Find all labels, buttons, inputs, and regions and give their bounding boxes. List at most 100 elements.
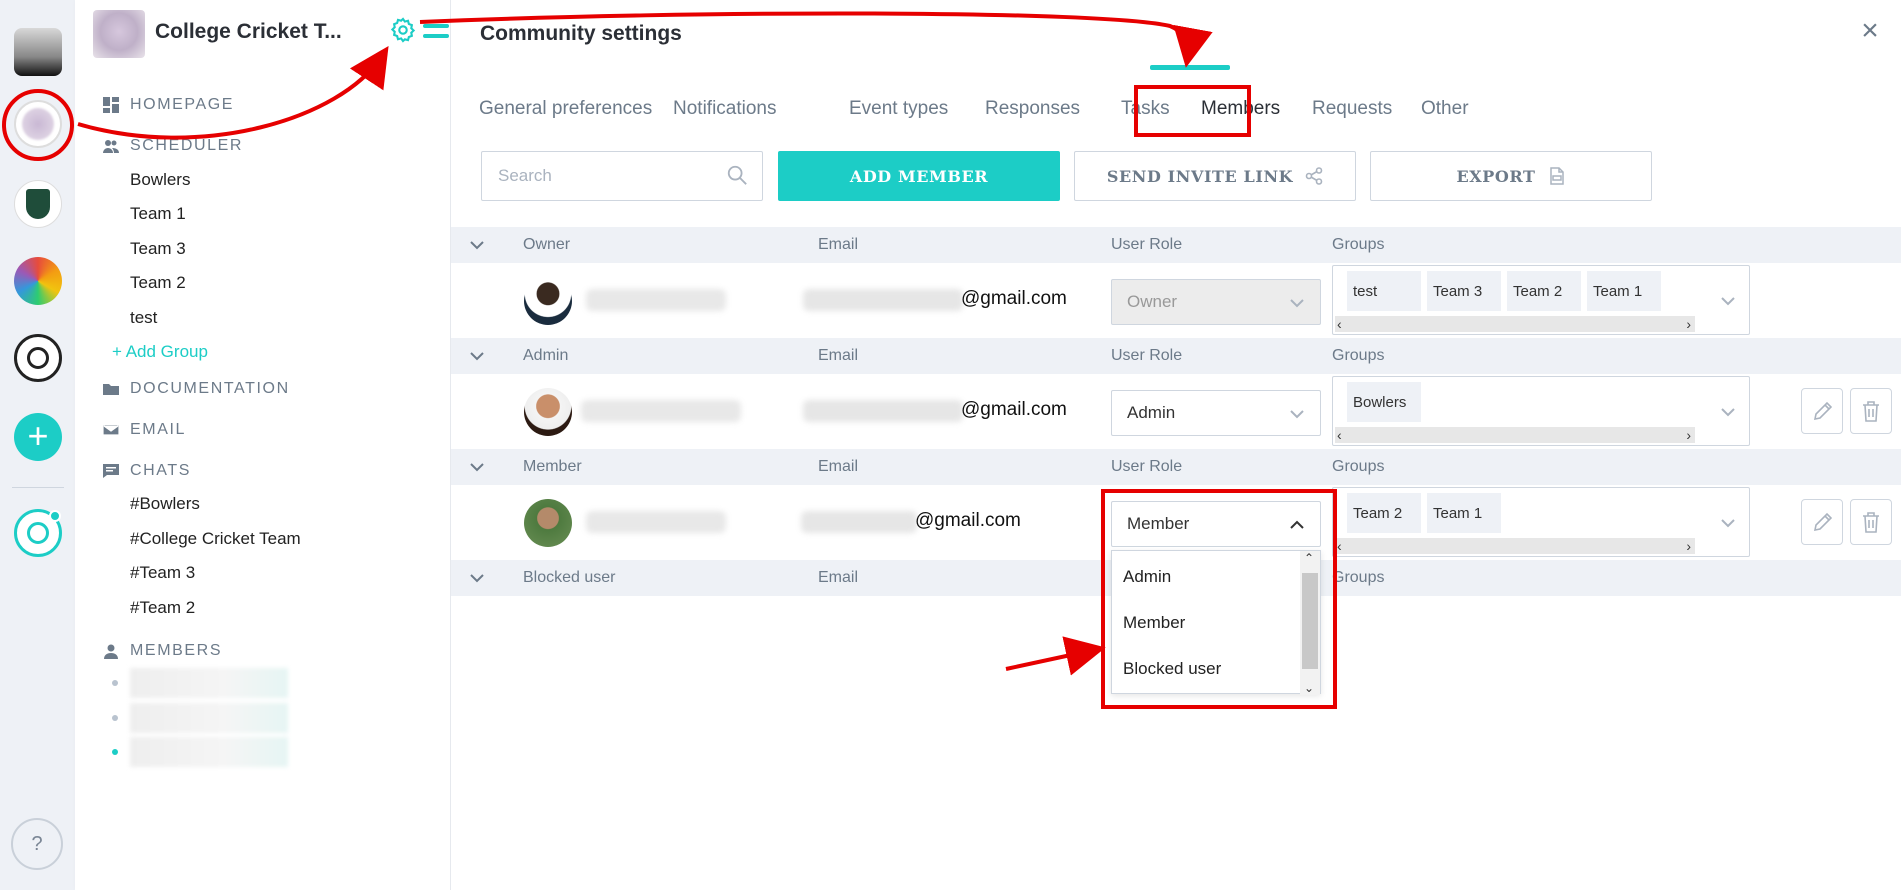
- column-email: Email: [818, 458, 859, 475]
- email-redacted: [801, 511, 917, 533]
- rail-divider: [12, 487, 64, 488]
- section-header-owner[interactable]: Owner Email User Role Groups: [451, 227, 1901, 263]
- community-avatar-5[interactable]: [14, 334, 62, 382]
- search-placeholder: Search: [498, 166, 552, 185]
- member-email: @gmail.com: [915, 510, 1021, 531]
- help-button[interactable]: ?: [11, 818, 63, 870]
- nav-homepage-label: HOMEPAGE: [130, 96, 235, 113]
- section-label: Blocked user: [523, 569, 616, 586]
- avatar: [524, 388, 572, 436]
- export-button[interactable]: EXPORT: [1370, 151, 1652, 201]
- edit-button[interactable]: [1801, 388, 1843, 434]
- search-input[interactable]: Search: [481, 151, 763, 201]
- community-avatar-1[interactable]: [14, 28, 62, 76]
- tab-responses[interactable]: Responses: [985, 98, 1080, 120]
- group-chip: Team 2: [1507, 271, 1581, 311]
- menu-icon[interactable]: [423, 24, 449, 44]
- pdf-file-icon: [1549, 167, 1564, 185]
- send-invite-label: SEND INVITE LINK: [1106, 166, 1294, 186]
- section-label: Member: [523, 458, 582, 475]
- nav-homepage[interactable]: HOMEPAGE: [103, 96, 234, 114]
- chat-item[interactable]: #Team 2: [130, 598, 195, 618]
- group-item[interactable]: Team 1: [130, 204, 186, 224]
- group-item[interactable]: Team 3: [130, 239, 186, 259]
- group-chip: Team 1: [1427, 493, 1501, 533]
- share-icon: [1305, 167, 1323, 185]
- community-avatar-4[interactable]: [14, 257, 62, 305]
- nav-scheduler-label: SCHEDULER: [130, 137, 244, 154]
- horizontal-scrollbar[interactable]: ‹ ›: [1335, 427, 1695, 443]
- delete-button[interactable]: [1850, 499, 1892, 545]
- community-settings-panel: Community settings × General preferences…: [451, 0, 1901, 890]
- chevron-down-icon[interactable]: [1719, 514, 1737, 532]
- gear-icon[interactable]: [389, 16, 417, 44]
- tab-event-types[interactable]: Event types: [849, 98, 948, 120]
- avatar: [524, 277, 572, 325]
- chat-item[interactable]: #Bowlers: [130, 494, 200, 514]
- section-label: Owner: [523, 236, 571, 253]
- column-groups: Groups: [1332, 236, 1385, 253]
- group-item[interactable]: test: [130, 308, 157, 328]
- groups-field[interactable]: test Team 3 Team 2 Team 1 ‹ ›: [1332, 265, 1750, 335]
- delete-button[interactable]: [1850, 388, 1892, 434]
- section-header-member[interactable]: Member Email User Role Groups: [451, 449, 1901, 485]
- chat-item[interactable]: #Team 3: [130, 563, 195, 583]
- member-name-redacted: [581, 400, 741, 422]
- section-header-admin[interactable]: Admin Email User Role Groups: [451, 338, 1901, 374]
- chevron-down-icon[interactable]: [469, 237, 485, 253]
- export-label: EXPORT: [1456, 166, 1536, 186]
- chevron-down-icon[interactable]: [469, 459, 485, 475]
- nav-documentation-label: DOCUMENTATION: [130, 380, 290, 397]
- chat-item[interactable]: #College Cricket Team: [130, 529, 301, 549]
- horizontal-scrollbar[interactable]: ‹ ›: [1335, 538, 1695, 554]
- tab-other[interactable]: Other: [1421, 98, 1469, 120]
- column-groups: Groups: [1332, 569, 1385, 586]
- group-chip: Team 3: [1427, 271, 1501, 311]
- nav-members[interactable]: MEMBERS: [103, 642, 222, 660]
- people-icon: [103, 140, 119, 153]
- nav-email-label: EMAIL: [130, 421, 187, 438]
- community-sidebar: College Cricket T... HOMEPAGE SCHEDULER …: [75, 0, 451, 890]
- add-group-link[interactable]: + Add Group: [112, 342, 208, 362]
- member-list-item[interactable]: [112, 737, 288, 767]
- chevron-down-icon: [1290, 410, 1304, 419]
- nav-chats[interactable]: CHATS: [103, 462, 191, 480]
- add-member-label: ADD MEMBER: [849, 166, 989, 186]
- column-user-role: User Role: [1111, 458, 1183, 475]
- column-groups: Groups: [1332, 347, 1385, 364]
- tab-requests[interactable]: Requests: [1312, 98, 1392, 120]
- section-label: Admin: [523, 347, 569, 364]
- discover-icon[interactable]: [14, 509, 62, 557]
- nav-scheduler[interactable]: SCHEDULER: [103, 137, 243, 155]
- role-value: Admin: [1127, 403, 1176, 422]
- tab-general-preferences[interactable]: General preferences: [479, 98, 652, 120]
- group-item[interactable]: Team 2: [130, 273, 186, 293]
- community-avatar-3[interactable]: [14, 180, 62, 228]
- groups-field[interactable]: Bowlers ‹ ›: [1332, 376, 1750, 446]
- chevron-down-icon[interactable]: [1719, 403, 1737, 421]
- pencil-icon: [1813, 401, 1832, 421]
- member-list-item[interactable]: [112, 668, 288, 698]
- add-community-button[interactable]: +: [14, 413, 62, 461]
- trash-icon: [1863, 401, 1879, 422]
- horizontal-scrollbar[interactable]: ‹ ›: [1335, 316, 1695, 332]
- group-chip: Team 2: [1347, 493, 1421, 533]
- column-email: Email: [818, 347, 859, 364]
- nav-email[interactable]: EMAIL: [103, 421, 186, 439]
- members-toolbar: Search ADD MEMBER SEND INVITE LINK EXPOR…: [481, 151, 1681, 201]
- member-list-item[interactable]: [112, 703, 288, 733]
- chevron-down-icon[interactable]: [469, 570, 485, 586]
- close-icon[interactable]: ×: [1857, 16, 1883, 46]
- role-select[interactable]: Admin: [1111, 390, 1321, 436]
- chevron-down-icon[interactable]: [469, 348, 485, 364]
- person-icon: [104, 644, 118, 659]
- send-invite-link-button[interactable]: SEND INVITE LINK: [1074, 151, 1356, 201]
- tab-notifications[interactable]: Notifications: [673, 98, 777, 120]
- add-member-button[interactable]: ADD MEMBER: [778, 151, 1060, 201]
- annotation-box-role-dropdown: [1101, 489, 1337, 709]
- edit-button[interactable]: [1801, 499, 1843, 545]
- group-item[interactable]: Bowlers: [130, 170, 190, 190]
- chevron-down-icon[interactable]: [1719, 292, 1737, 310]
- nav-documentation[interactable]: DOCUMENTATION: [103, 380, 290, 398]
- groups-field[interactable]: Team 2 Team 1 ‹ ›: [1332, 487, 1750, 557]
